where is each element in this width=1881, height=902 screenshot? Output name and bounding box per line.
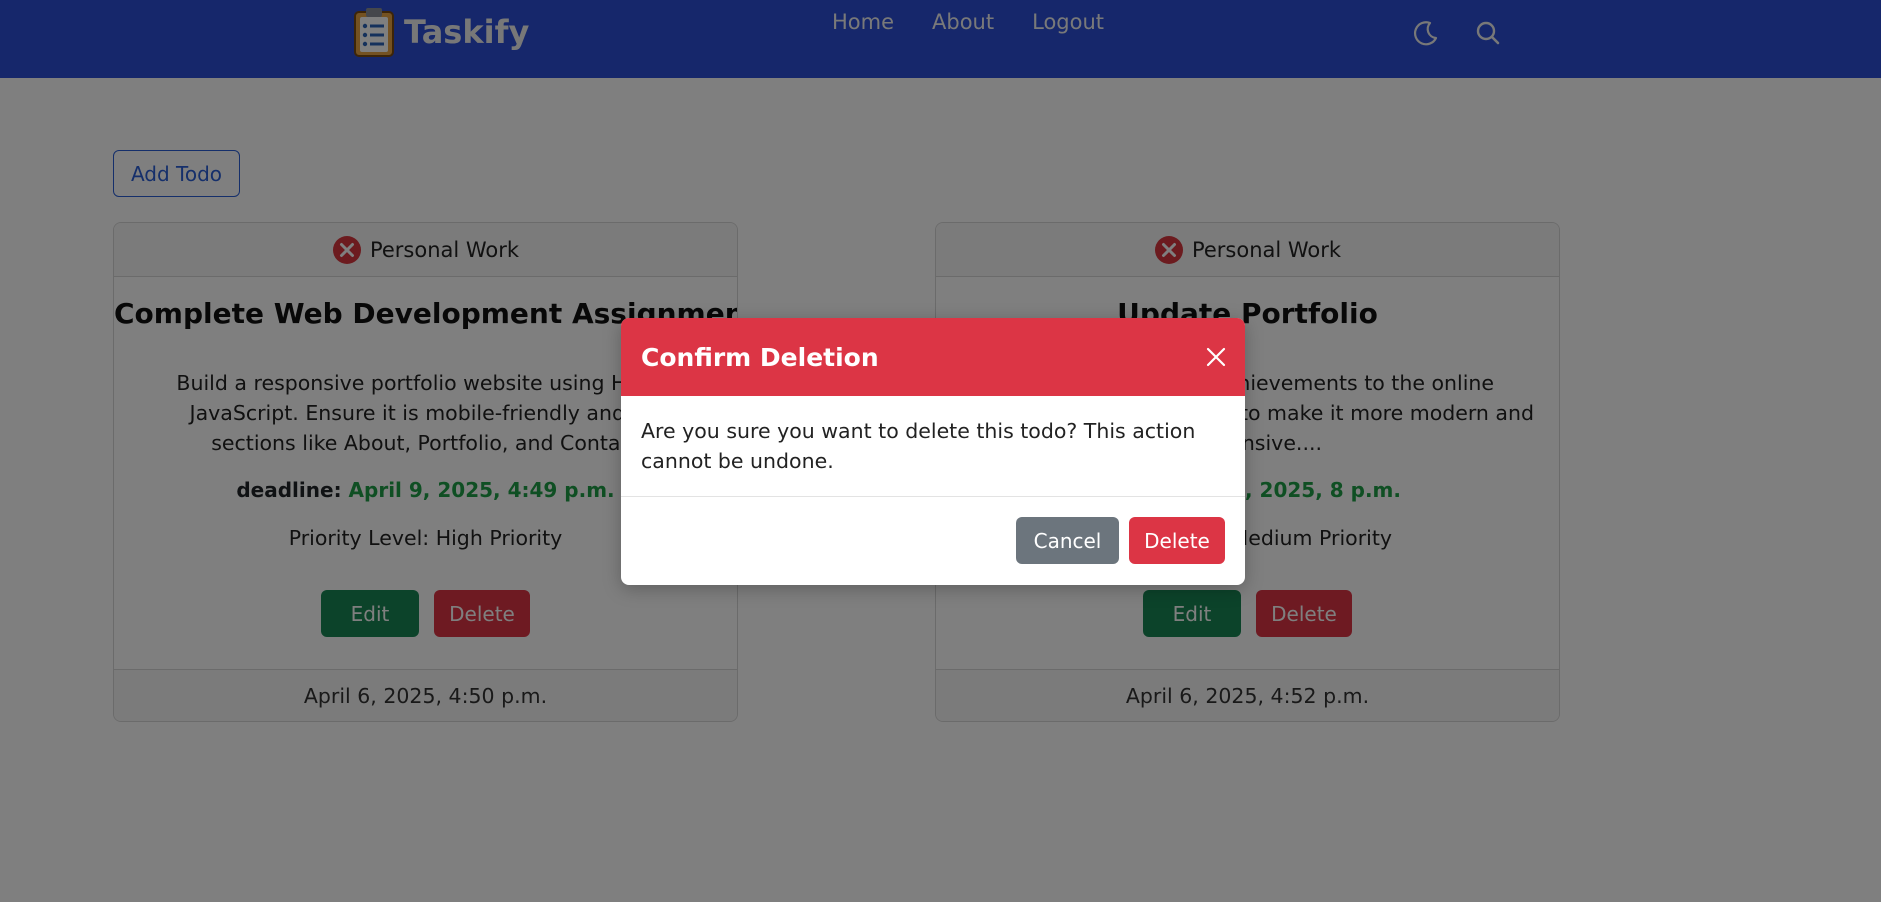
modal-body: Are you sure you want to delete this tod…	[621, 396, 1245, 497]
confirm-delete-modal: Confirm Deletion Are you sure you want t…	[621, 318, 1245, 585]
modal-footer: Cancel Delete	[621, 497, 1245, 564]
cancel-button[interactable]: Cancel	[1016, 517, 1119, 564]
confirm-delete-button[interactable]: Delete	[1129, 517, 1225, 564]
modal-title: Confirm Deletion	[641, 342, 879, 372]
close-icon[interactable]	[1201, 342, 1231, 372]
modal-header: Confirm Deletion	[621, 318, 1245, 396]
